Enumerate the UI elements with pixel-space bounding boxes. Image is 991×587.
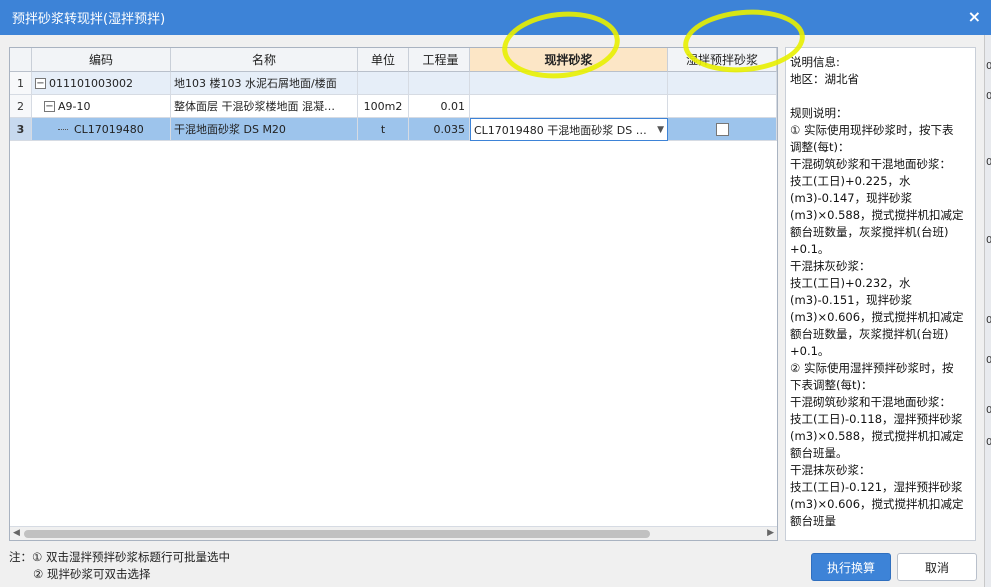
- row-unit: [358, 72, 409, 95]
- cancel-button[interactable]: 取消: [897, 553, 977, 581]
- background-cell-fragment: 0: [986, 91, 991, 102]
- table-row[interactable]: 2 − A9-10 整体面层 干混砂浆楼地面 混凝… 100m2 0.01: [10, 95, 777, 118]
- info-line: 下表调整(每t)：: [790, 378, 873, 392]
- note-line-1: 注：① 双击湿拌预拌砂浆标题行可批量选中: [9, 550, 230, 564]
- info-line: ① 实际使用现拌砂浆时，按下表: [790, 123, 954, 137]
- row-unit: 100m2: [358, 95, 409, 118]
- horizontal-scrollbar[interactable]: ◀ ▶: [10, 526, 777, 540]
- scrollbar-thumb[interactable]: [24, 530, 650, 538]
- row-code: A9-10: [58, 99, 91, 113]
- info-line: 干混抹灰砂浆：: [790, 259, 871, 273]
- dialog-title: 预拌砂浆转现拌(湿拌预拌): [12, 12, 166, 27]
- grid-header: 编码 名称 单位 工程量 现拌砂浆 湿拌预拌砂浆: [10, 48, 777, 72]
- info-line: 地区：湖北省: [790, 72, 859, 86]
- header-wet-mix-mortar[interactable]: 湿拌预拌砂浆: [668, 48, 777, 72]
- info-line: 技工(工日)+0.232，水: [790, 276, 911, 290]
- background-cell-fragment: 0: [986, 61, 991, 72]
- close-icon[interactable]: ×: [968, 7, 981, 27]
- info-line: 干混砌筑砂浆和干混地面砂浆：: [790, 395, 951, 409]
- info-line: 额台班数量，灰浆搅拌机(台班): [790, 327, 949, 341]
- background-window-edge: 0 0 0 0 0 0 0 0: [984, 35, 991, 587]
- info-line: 干混砌筑砂浆和干混地面砂浆：: [790, 157, 951, 171]
- dialog-body: 编码 名称 单位 工程量 现拌砂浆 湿拌预拌砂浆 1 − 01110100300…: [0, 35, 984, 587]
- info-line: 额台班数量，灰浆搅拌机(台班): [790, 225, 949, 239]
- table-row[interactable]: 1 − 011101003002 地103 楼103 水泥石屑地面/楼面: [10, 72, 777, 95]
- background-cell-fragment: 0: [986, 157, 991, 168]
- background-cell-fragment: 0: [986, 235, 991, 246]
- info-line: +0.1。: [790, 344, 830, 358]
- info-line: 额台班量。: [790, 446, 848, 460]
- info-line: (m3)-0.151，现拌砂浆: [790, 293, 913, 307]
- header-quantity[interactable]: 工程量: [409, 48, 470, 72]
- row-code-cell: − A9-10: [32, 95, 171, 118]
- info-line: (m3)-0.147，现拌砂浆: [790, 191, 913, 205]
- header-name[interactable]: 名称: [171, 48, 358, 72]
- info-line: 技工(工日)+0.225，水: [790, 174, 911, 188]
- note-line-2: ② 现拌砂浆可双击选择: [33, 567, 151, 581]
- info-panel: 说明信息: 地区：湖北省 规则说明： ① 实际使用现拌砂浆时，按下表 调整(每t)： 干混…: [785, 47, 976, 541]
- info-line: 调整(每t)：: [790, 140, 850, 154]
- row-quantity: 0.035: [409, 118, 470, 141]
- info-line: (m3)×0.606，搅式搅拌机扣减定: [790, 310, 964, 324]
- header-onsite-mortar[interactable]: 现拌砂浆: [470, 48, 668, 72]
- info-line: 规则说明：: [790, 106, 848, 120]
- row-wet-mix: [668, 72, 777, 95]
- header-unit[interactable]: 单位: [358, 48, 409, 72]
- mortar-select-value: CL17019480 干混地面砂浆 DS …: [474, 123, 647, 137]
- mortar-grid: 编码 名称 单位 工程量 现拌砂浆 湿拌预拌砂浆 1 − 01110100300…: [9, 47, 778, 541]
- row-number: 2: [10, 95, 32, 118]
- mortar-select[interactable]: CL17019480 干混地面砂浆 DS … ▼: [470, 118, 668, 141]
- row-mortar[interactable]: [470, 95, 668, 118]
- background-cell-fragment: 0: [986, 405, 991, 416]
- row-quantity: [409, 72, 470, 95]
- collapse-icon[interactable]: −: [44, 100, 55, 112]
- row-number: 3: [10, 118, 32, 141]
- execute-button[interactable]: 执行换算: [811, 553, 891, 581]
- info-line: 说明信息:: [790, 55, 840, 69]
- info-line: 干混抹灰砂浆：: [790, 463, 871, 477]
- row-mortar[interactable]: [470, 72, 668, 95]
- row-name: 地103 楼103 水泥石屑地面/楼面: [171, 72, 358, 95]
- background-cell-fragment: 0: [986, 355, 991, 366]
- background-cell-fragment: 0: [986, 315, 991, 326]
- info-line: (m3)×0.588，搅式搅拌机扣减定: [790, 429, 964, 443]
- collapse-icon[interactable]: −: [35, 77, 46, 89]
- info-gap: [790, 88, 971, 105]
- row-quantity: 0.01: [409, 95, 470, 118]
- row-wet-mix: [668, 95, 777, 118]
- info-line: ② 实际使用湿拌预拌砂浆时，按: [790, 361, 954, 375]
- row-code-cell: − 011101003002: [32, 72, 171, 95]
- info-line: +0.1。: [790, 242, 830, 256]
- info-line: 技工(工日)-0.121，湿拌预拌砂浆: [790, 480, 963, 494]
- scroll-right-icon[interactable]: ▶: [767, 528, 774, 538]
- row-wet-mix: [668, 118, 777, 141]
- scroll-left-icon[interactable]: ◀: [13, 528, 20, 538]
- background-cell-fragment: 0: [986, 437, 991, 448]
- tree-connector: [58, 128, 68, 130]
- row-unit: t: [358, 118, 409, 141]
- row-name: 整体面层 干混砂浆楼地面 混凝…: [171, 95, 358, 118]
- row-number: 1: [10, 72, 32, 95]
- dialog-titlebar: 预拌砂浆转现拌(湿拌预拌) ×: [0, 0, 991, 35]
- info-line: 额台班量: [790, 514, 836, 528]
- row-name: 干混地面砂浆 DS M20: [171, 118, 358, 141]
- notes: 注：① 双击湿拌预拌砂浆标题行可批量选中 ② 现拌砂浆可双击选择: [9, 549, 230, 583]
- info-line: (m3)×0.588，搅式搅拌机扣减定: [790, 208, 964, 222]
- table-row-selected[interactable]: 3 CL17019480 干混地面砂浆 DS M20 t 0.035 CL170…: [10, 118, 777, 141]
- header-code[interactable]: 编码: [32, 48, 171, 72]
- chevron-down-icon[interactable]: ▼: [657, 125, 664, 135]
- row-code: CL17019480: [74, 122, 144, 136]
- wet-mix-checkbox[interactable]: [715, 122, 729, 136]
- row-code-cell: CL17019480: [32, 118, 171, 141]
- info-line: 技工(工日)-0.118，湿拌预拌砂浆: [790, 412, 963, 426]
- info-line: (m3)×0.606，搅式搅拌机扣减定: [790, 497, 964, 511]
- row-code: 011101003002: [49, 76, 133, 90]
- header-rownum: [10, 48, 32, 72]
